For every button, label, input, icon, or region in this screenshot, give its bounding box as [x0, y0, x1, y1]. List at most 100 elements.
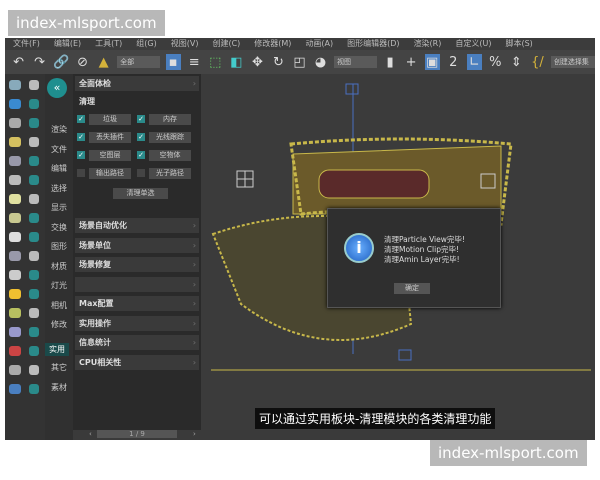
tool-icon[interactable] [9, 327, 21, 337]
category-icon[interactable] [29, 175, 39, 185]
sidebar-item[interactable]: 修改 [51, 319, 67, 330]
menu-item[interactable]: 视图(V) [171, 38, 199, 50]
tool-icon[interactable] [9, 232, 21, 242]
menu-item[interactable]: 组(G) [136, 38, 156, 50]
tool-icon[interactable] [9, 194, 21, 204]
clean-option-button[interactable]: 内存 [149, 114, 191, 125]
category-icon[interactable] [29, 232, 39, 242]
category-icon[interactable] [29, 80, 39, 90]
checkbox-checked[interactable]: ✓ [137, 115, 145, 123]
bind-icon[interactable]: ▲ [96, 54, 111, 70]
panel-section[interactable]: Max配置 › [75, 296, 199, 311]
sidebar-item[interactable]: 材质 [51, 261, 67, 272]
tool-icon[interactable] [9, 251, 21, 261]
category-icon[interactable] [29, 327, 39, 337]
panel-section[interactable]: 实用操作 › [75, 315, 199, 331]
sidebar-item[interactable]: 相机 [51, 300, 67, 311]
menu-item[interactable]: 渲染(R) [414, 38, 442, 50]
category-icon[interactable] [29, 251, 39, 261]
sidebar-item[interactable]: 选择 [51, 183, 67, 194]
tool-icon[interactable] [9, 346, 21, 356]
clean-option-button[interactable]: 光子路径 [149, 168, 191, 179]
clean-option-button[interactable]: 丢失插件 [89, 132, 131, 143]
tool-icon[interactable] [9, 384, 21, 394]
panel-section[interactable]: 场景修复 › [75, 257, 199, 272]
link-icon[interactable]: 🔗 [53, 54, 69, 70]
section-full-check[interactable]: 全面体检 › [75, 76, 199, 91]
manipulate-icon[interactable]: + [404, 54, 419, 70]
scale-icon[interactable]: ◰ [292, 54, 307, 70]
tool-icon[interactable] [9, 365, 21, 375]
category-icon[interactable] [29, 346, 39, 356]
keyboard-shortcut-icon[interactable]: ▣ [424, 54, 440, 70]
move-icon[interactable]: ✥ [250, 54, 265, 70]
percent-snap-icon[interactable]: % [488, 54, 503, 70]
reference-coord-dropdown[interactable]: 视图 [334, 56, 377, 68]
selection-filter-dropdown[interactable]: 全部 [117, 56, 160, 68]
sidebar-item[interactable]: 文件 [51, 144, 67, 155]
menu-item[interactable]: 工具(T) [95, 38, 122, 50]
unlink-icon[interactable]: ⊘ [75, 54, 90, 70]
angle-snap-icon[interactable]: ∟ [466, 54, 482, 70]
tool-icon[interactable] [9, 308, 21, 318]
checkbox-checked[interactable]: ✓ [137, 151, 145, 159]
tool-icon[interactable] [9, 270, 21, 280]
checkbox-checked[interactable]: ✓ [77, 151, 85, 159]
category-icon[interactable] [29, 118, 39, 128]
sidebar-item[interactable]: 实用 [45, 342, 69, 356]
panel-section[interactable]: CPU相关性 › [75, 354, 199, 370]
menu-item[interactable]: 修改器(M) [254, 38, 291, 50]
placement-icon[interactable]: ◕ [313, 54, 328, 70]
menu-item[interactable]: 动画(A) [305, 38, 333, 50]
category-icon[interactable] [29, 194, 39, 204]
next-page-button[interactable]: › [193, 430, 196, 438]
category-icon[interactable] [29, 289, 39, 299]
menu-item[interactable]: 文件(F) [13, 38, 40, 50]
spinner-snap-icon[interactable]: ⇕ [509, 54, 524, 70]
ok-button[interactable]: 确定 [394, 283, 430, 294]
clean-selected-button[interactable]: 清理单选 [113, 188, 168, 199]
undo-icon[interactable]: ↶ [11, 54, 26, 70]
category-icon[interactable] [29, 99, 39, 109]
category-icon[interactable] [29, 137, 39, 147]
checkbox-unchecked[interactable] [77, 169, 85, 177]
category-icon[interactable] [29, 384, 39, 394]
panel-section[interactable]: 场景自动优化 › [75, 218, 199, 233]
clean-option-button[interactable]: 垃圾 [89, 114, 131, 125]
tool-icon[interactable] [9, 175, 21, 185]
panel-section[interactable]: › [75, 276, 199, 292]
sidebar-item[interactable]: 图形 [51, 241, 67, 252]
clean-option-button[interactable]: 输出路径 [89, 168, 131, 179]
tool-icon[interactable] [9, 213, 21, 223]
sidebar-item[interactable]: 交换 [51, 222, 67, 233]
tool-icon[interactable] [9, 80, 21, 90]
prev-page-button[interactable]: ‹ [89, 430, 92, 438]
checkbox-unchecked[interactable] [137, 169, 145, 177]
rect-select-icon[interactable]: ⬚ [208, 54, 223, 70]
clean-option-button[interactable]: 空图层 [89, 150, 131, 161]
category-icon[interactable] [29, 213, 39, 223]
menu-item[interactable]: 脚本(S) [505, 38, 532, 50]
panel-section[interactable]: 信息统计 › [75, 335, 199, 350]
checkbox-checked[interactable]: ✓ [137, 133, 145, 141]
clean-option-button[interactable]: 光线跟踪 [149, 132, 191, 143]
tool-icon[interactable] [9, 137, 21, 147]
snap-toggle-icon[interactable]: 2 [446, 54, 461, 70]
sidebar-item[interactable]: 渲染 [51, 124, 67, 135]
clean-option-button[interactable]: 空物体 [149, 150, 191, 161]
sidebar-item[interactable]: 灯光 [51, 280, 67, 291]
edit-named-sets-icon[interactable]: {/ [530, 54, 545, 70]
tool-icon[interactable] [9, 118, 21, 128]
sidebar-item[interactable]: 编辑 [51, 163, 67, 174]
named-selection-set[interactable]: 创建选择集 [550, 56, 595, 68]
rotate-icon[interactable]: ↻ [271, 54, 286, 70]
category-icon[interactable] [29, 308, 39, 318]
menu-item[interactable]: 编辑(E) [54, 38, 81, 50]
menu-item[interactable]: 自定义(U) [455, 38, 491, 50]
menu-item[interactable]: 图形编辑器(D) [347, 38, 399, 50]
tool-icon[interactable] [9, 289, 21, 299]
category-icon[interactable] [29, 156, 39, 166]
sidebar-item[interactable]: 其它 [51, 362, 67, 373]
menu-item[interactable]: 创建(C) [212, 38, 240, 50]
select-by-name-icon[interactable]: ≡ [187, 54, 202, 70]
